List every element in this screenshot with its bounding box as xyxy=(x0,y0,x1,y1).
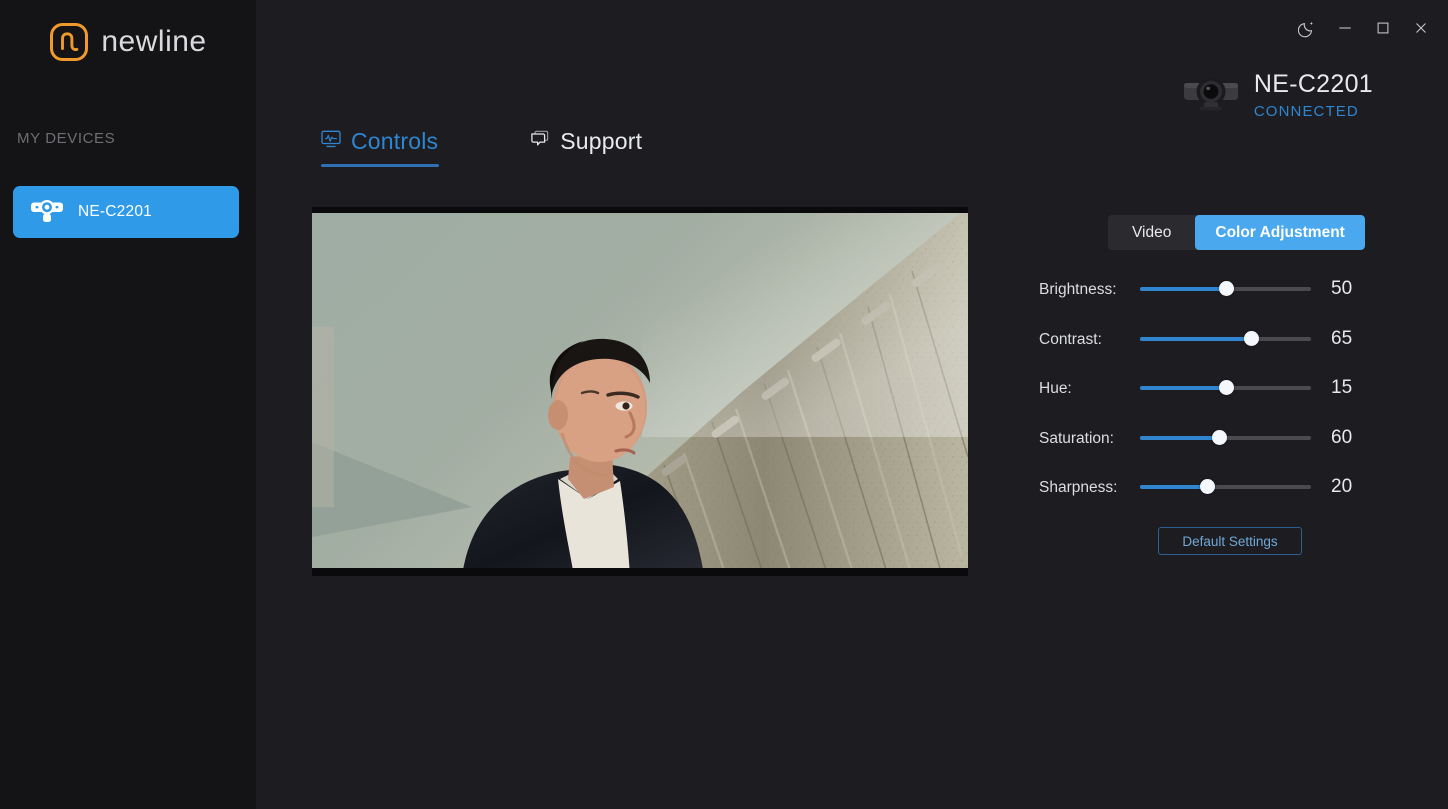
slider-thumb[interactable] xyxy=(1244,330,1260,346)
color-adjustment-panel: Brightness: 50 Contrast: 65 Hue: 15 Satu… xyxy=(1039,272,1399,520)
slider-label: Contrast: xyxy=(1039,330,1102,348)
maximize-button[interactable] xyxy=(1364,10,1402,46)
sidebar-item-ne-c2201[interactable]: NE-C2201 xyxy=(13,186,239,238)
mode-toggle: Video Color Adjustment xyxy=(1108,215,1365,250)
slider-label: Saturation: xyxy=(1039,429,1114,447)
hue-slider[interactable] xyxy=(1140,380,1311,395)
slider-value: 20 xyxy=(1331,476,1353,497)
sharpness-slider[interactable] xyxy=(1140,479,1311,494)
slider-thumb[interactable] xyxy=(1218,281,1234,296)
chat-bubble-icon xyxy=(530,130,550,153)
brand-name: newline xyxy=(101,25,207,58)
webcam-icon xyxy=(30,196,64,229)
slider-label: Hue: xyxy=(1039,380,1072,397)
slider-row-contrast: Contrast: 65 xyxy=(1039,322,1399,372)
saturation-slider[interactable] xyxy=(1140,429,1311,445)
slider-label: Sharpness: xyxy=(1039,479,1118,496)
mode-button-video[interactable]: Video xyxy=(1108,215,1196,250)
slider-value: 60 xyxy=(1331,426,1353,448)
device-header: NE-C2201 CONNECTED xyxy=(1182,70,1373,120)
webcam-icon xyxy=(1182,72,1240,118)
slider-row-saturation: Saturation: 60 xyxy=(1039,421,1399,471)
video-frame xyxy=(312,207,968,576)
tab-controls[interactable]: Controls xyxy=(321,128,440,167)
minimize-button[interactable] xyxy=(1326,10,1364,46)
app-window: newline MY DEVICES NE-C2201 NE-C2201 CON… xyxy=(0,0,1448,809)
slider-value: 15 xyxy=(1331,377,1353,398)
status-badge: CONNECTED xyxy=(1253,102,1359,120)
sidebar: newline MY DEVICES NE-C2201 xyxy=(0,0,256,809)
slider-thumb[interactable] xyxy=(1218,380,1234,395)
close-button[interactable] xyxy=(1402,10,1440,46)
tab-label: Controls xyxy=(351,128,439,154)
slider-row-sharpness: Sharpness: 20 xyxy=(1039,470,1399,520)
tab-label: Support xyxy=(560,128,643,154)
default-settings-button[interactable]: Default Settings xyxy=(1158,527,1302,555)
slider-value: 65 xyxy=(1331,327,1353,349)
mode-button-color-adjustment[interactable]: Color Adjustment xyxy=(1195,215,1365,250)
device-list: NE-C2201 xyxy=(13,186,239,238)
brightness-slider[interactable] xyxy=(1140,281,1311,296)
slider-row-brightness: Brightness: 50 xyxy=(1039,272,1399,322)
slider-row-hue: Hue: 15 xyxy=(1039,371,1399,421)
contrast-slider[interactable] xyxy=(1140,330,1311,346)
window-controls xyxy=(1288,10,1440,46)
slider-label: Brightness: xyxy=(1039,281,1117,298)
sidebar-item-label: NE-C2201 xyxy=(78,203,152,220)
video-preview[interactable] xyxy=(312,207,968,576)
monitor-waveform-icon xyxy=(321,130,341,153)
slider-thumb[interactable] xyxy=(1211,429,1227,445)
slider-value: 50 xyxy=(1331,278,1353,299)
tab-support[interactable]: Support xyxy=(530,128,642,167)
newline-logo-icon xyxy=(49,22,89,62)
night-mode-icon[interactable] xyxy=(1288,10,1326,46)
device-name: NE-C2201 xyxy=(1253,70,1373,98)
slider-thumb[interactable] xyxy=(1199,479,1215,494)
tab-bar: Controls Support xyxy=(321,128,734,167)
sidebar-section-title: MY DEVICES xyxy=(17,130,116,147)
brand-logo: newline xyxy=(0,14,256,70)
